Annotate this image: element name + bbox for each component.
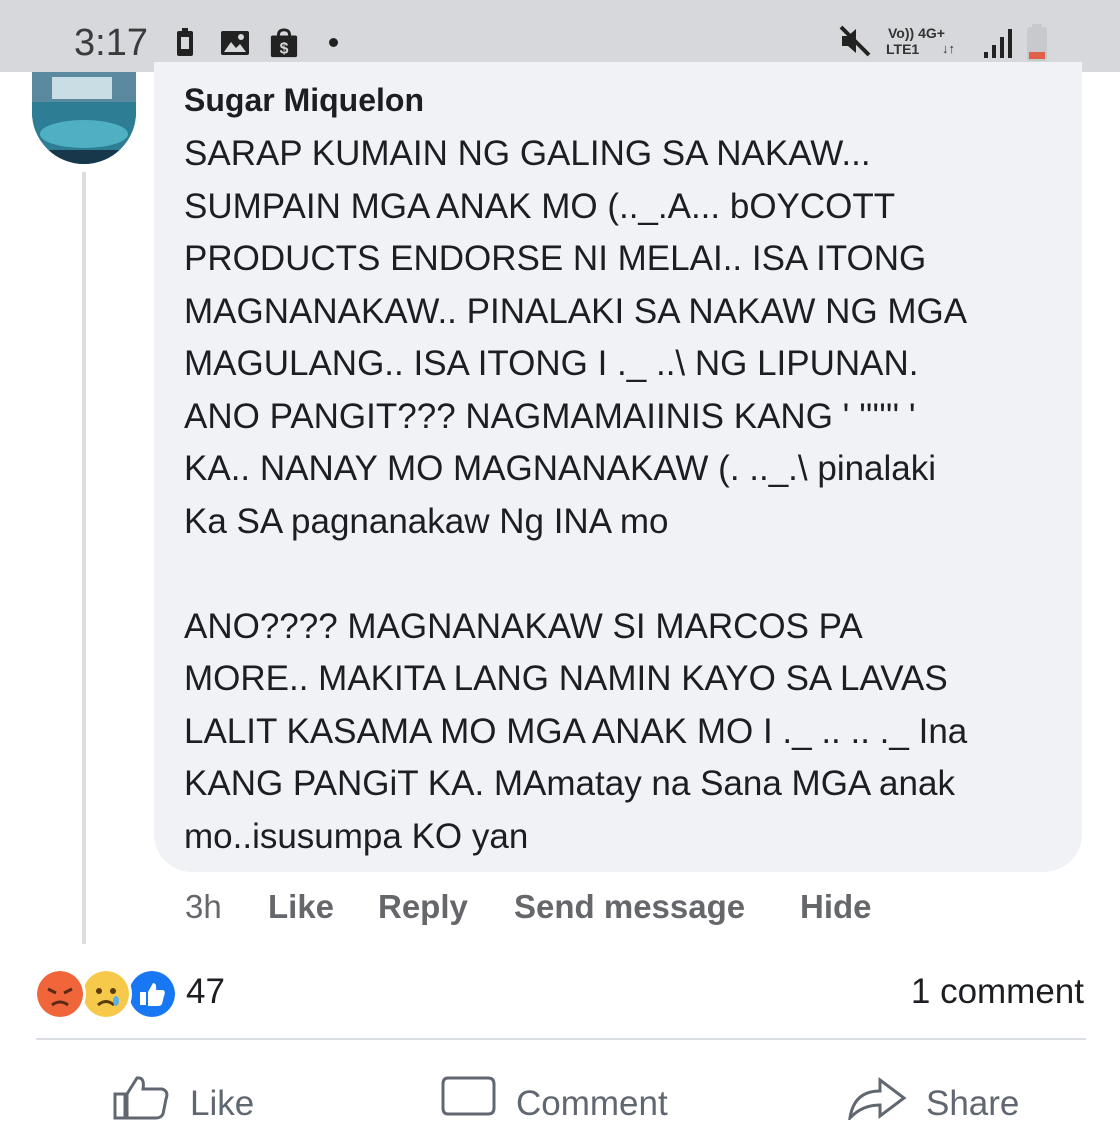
reaction-icons[interactable] bbox=[34, 968, 194, 1020]
comment-icon bbox=[441, 1076, 496, 1116]
sad-icon bbox=[80, 968, 132, 1020]
gallery-icon bbox=[221, 31, 249, 55]
comment-text: SARAP KUMAIN NG GALING SA NAKAW... SUMPA… bbox=[184, 134, 968, 856]
avatar-image bbox=[32, 72, 136, 164]
svg-text:$: $ bbox=[280, 40, 289, 57]
comment-timestamp: 3h bbox=[185, 888, 222, 925]
like-post-label: Like bbox=[190, 1084, 255, 1123]
like-comment-button[interactable]: Like bbox=[268, 888, 334, 926]
data-arrows-icon: ↓↑ bbox=[942, 41, 955, 56]
reply-button[interactable]: Reply bbox=[378, 888, 468, 926]
thumbs-up-icon bbox=[113, 1076, 169, 1120]
network-type-top: Vo)) 4G+ bbox=[888, 25, 945, 41]
network-type-bottom: LTE1 bbox=[886, 41, 920, 57]
reaction-count[interactable]: 47 bbox=[186, 972, 225, 1012]
angry-icon bbox=[34, 968, 86, 1020]
share-label: Share bbox=[926, 1084, 1020, 1123]
like-icon bbox=[126, 968, 178, 1020]
comment-count[interactable]: 1 comment bbox=[911, 972, 1084, 1012]
battery-saver-icon bbox=[177, 28, 193, 56]
shopping-bag-icon: $ bbox=[270, 28, 298, 57]
signal-icon bbox=[984, 29, 1012, 58]
divider bbox=[36, 1038, 1086, 1040]
avatar[interactable] bbox=[32, 72, 136, 164]
like-post-button[interactable]: Like bbox=[112, 1070, 272, 1123]
comment-bubble[interactable]: Sugar Miquelon SARAP KUMAIN NG GALING SA… bbox=[154, 62, 1082, 872]
comment-label: Comment bbox=[516, 1084, 668, 1123]
comment-button[interactable]: Comment bbox=[440, 1070, 690, 1123]
status-time: 3:17 bbox=[74, 22, 148, 64]
notification-dot-icon bbox=[329, 38, 338, 47]
thread-line bbox=[82, 172, 86, 944]
share-button[interactable]: Share bbox=[846, 1070, 1036, 1123]
hide-button[interactable]: Hide bbox=[800, 888, 872, 926]
mute-icon bbox=[839, 25, 871, 57]
send-message-button[interactable]: Send message bbox=[514, 888, 745, 926]
share-icon bbox=[848, 1077, 907, 1120]
battery-icon bbox=[1027, 24, 1047, 61]
comment-author[interactable]: Sugar Miquelon bbox=[184, 82, 424, 119]
